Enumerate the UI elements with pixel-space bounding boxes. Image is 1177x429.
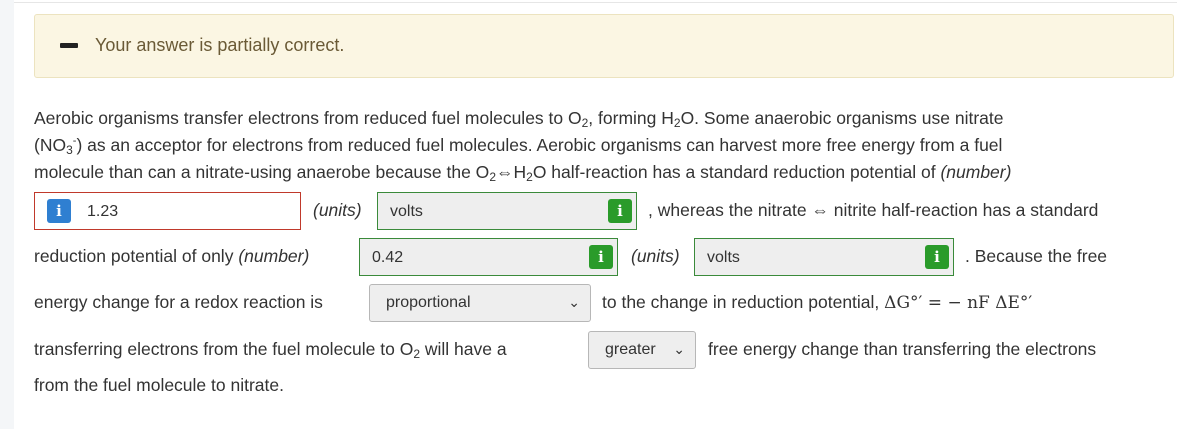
relation-selected: proportional <box>386 294 471 311</box>
nitrate-potential-input[interactable]: 0.42 i <box>359 238 618 276</box>
question-line-7c: free energy change than transferring the… <box>708 339 1097 359</box>
nitrate-sentence-start: , whereas the nitrate ⇔ nitrite half-rea… <box>648 200 1099 220</box>
o2-potential-value: 1.23 <box>87 203 119 220</box>
question-line-2: (NO3-) as an acceptor for electrons from… <box>34 135 1003 157</box>
question-line-8: from the fuel molecule to nitrate. <box>34 375 284 395</box>
nitrate-units-input[interactable]: volts i <box>694 238 954 276</box>
comparison-selected: greater <box>605 341 656 358</box>
feedback-banner: Your answer is partially correct. <box>34 14 1174 78</box>
number-label: (number) <box>238 246 310 266</box>
relation-select[interactable]: proportional ⌄ <box>369 284 591 322</box>
because-text: . Because the free <box>965 246 1108 266</box>
chevron-down-icon: ⌄ <box>673 341 685 357</box>
question-line-7a: transferring electrons from the fuel mol… <box>34 339 507 361</box>
nitrate-potential-value: 0.42 <box>372 249 404 266</box>
chevron-down-icon: ⌄ <box>568 294 580 310</box>
units-label: (units) <box>631 246 680 266</box>
free-energy-equation: ΔG°′ = − nF ΔE°′ <box>884 293 1033 313</box>
units-label: (units) <box>313 200 362 220</box>
question-line-6a: energy change for a redox reaction is <box>34 292 323 312</box>
number-label: (number) <box>940 162 1012 182</box>
question-line-3: molecule than can a nitrate-using anaero… <box>34 162 1012 184</box>
info-icon[interactable]: i <box>589 245 613 269</box>
o2-potential-input[interactable]: i 1.23 <box>34 192 301 230</box>
o2-units-input[interactable]: volts i <box>377 192 637 230</box>
question-line-1: Aerobic organisms transfer electrons fro… <box>34 108 1004 130</box>
comparison-select[interactable]: greater ⌄ <box>588 331 696 369</box>
nitrate-units-value: volts <box>707 249 740 266</box>
info-icon[interactable]: i <box>608 199 632 223</box>
partial-icon <box>60 43 78 48</box>
question-line-5: reduction potential of only (number) <box>34 246 310 266</box>
question-line-6b: to the change in reduction potential, ΔG… <box>602 292 1033 313</box>
left-margin <box>0 0 14 429</box>
top-divider <box>14 2 1177 3</box>
feedback-message: Your answer is partially correct. <box>95 35 345 55</box>
info-icon[interactable]: i <box>47 199 71 223</box>
o2-units-value: volts <box>390 203 423 220</box>
info-icon[interactable]: i <box>925 245 949 269</box>
